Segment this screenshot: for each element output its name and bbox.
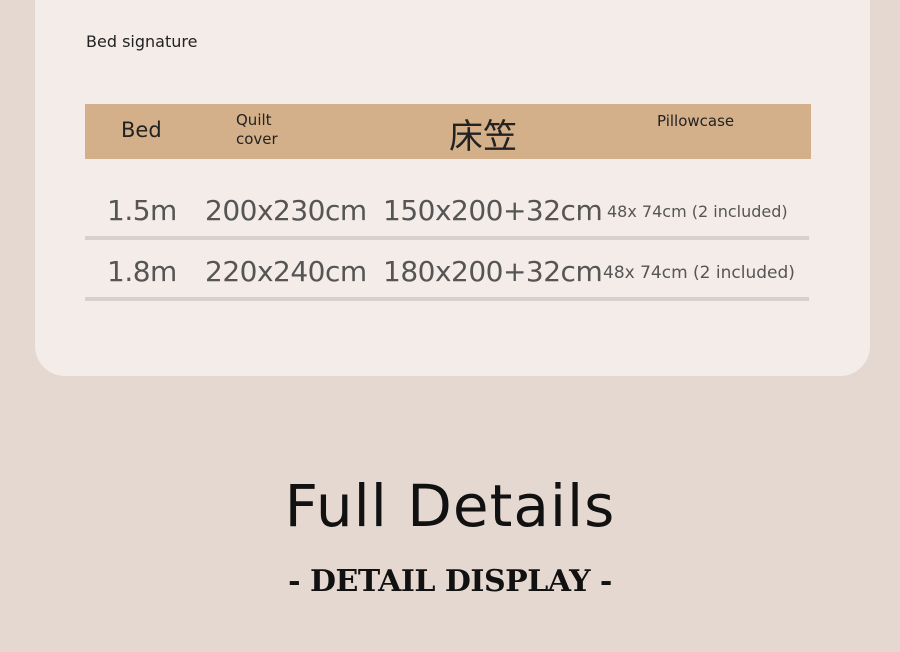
size-table-header: Bed Quilt cover 床笠 Pillowcase bbox=[85, 104, 811, 159]
header-quilt-cover: Quilt cover bbox=[236, 111, 278, 148]
table-row: 1.8m 220x240cm 180x200+32cm 48x 74cm (2 … bbox=[85, 237, 809, 301]
cell-pillowcase: 48x 74cm (2 included) bbox=[607, 202, 788, 221]
full-details-title: Full Details bbox=[284, 472, 616, 540]
header-accent-line bbox=[114, 102, 173, 104]
table-row: 1.5m 200x230cm 150x200+32cm 48x 74cm (2 … bbox=[85, 176, 809, 240]
cell-bed: 1.8m bbox=[107, 255, 177, 288]
cell-quilt-cover: 220x240cm bbox=[205, 255, 367, 288]
cell-quilt-cover: 200x230cm bbox=[205, 194, 367, 227]
bed-signature-label: Bed signature bbox=[86, 32, 198, 51]
detail-display-subtitle: - DETAIL DISPLAY - bbox=[288, 564, 612, 599]
cell-pillowcase: 48x 74cm (2 included) bbox=[603, 263, 795, 283]
cell-bed: 1.5m bbox=[107, 194, 177, 227]
header-pillowcase: Pillowcase bbox=[657, 112, 735, 130]
cell-fitted-sheet: 150x200+32cm bbox=[383, 194, 603, 227]
header-bed: Bed bbox=[121, 118, 162, 142]
cell-fitted-sheet: 180x200+32cm bbox=[383, 255, 603, 288]
header-fitted-sheet: 床笠 bbox=[449, 117, 517, 157]
